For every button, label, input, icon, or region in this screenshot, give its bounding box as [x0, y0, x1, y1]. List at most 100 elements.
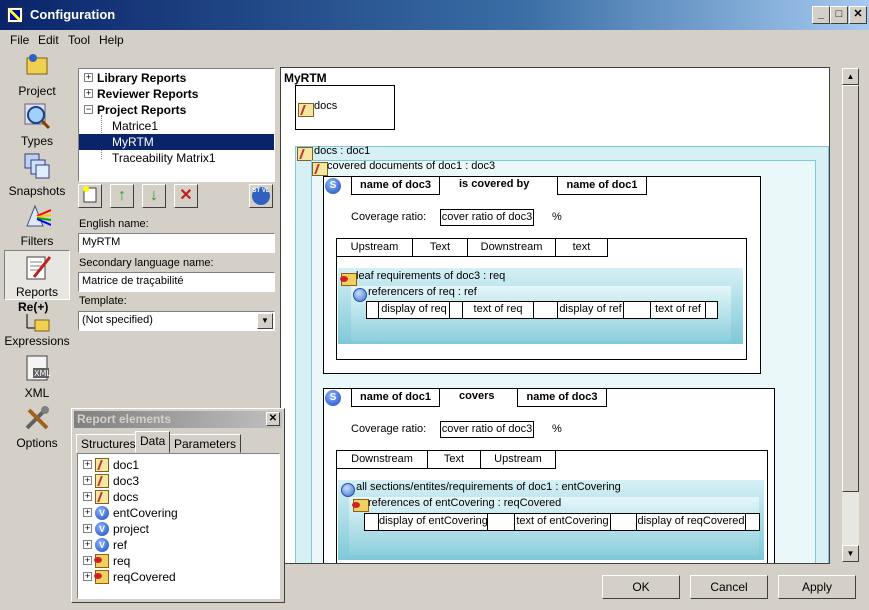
arrow-down-icon: ↓	[150, 187, 158, 204]
stvl-button[interactable]: ST VL	[249, 184, 273, 208]
loop-leaf-req-label: leaf requirements of doc3 : req	[356, 270, 506, 282]
tree-item-traceability-matrix1[interactable]: Traceability Matrix1	[112, 151, 216, 165]
col-text[interactable]: Text	[412, 238, 468, 257]
snapshots-icon	[24, 153, 50, 179]
move-down-button[interactable]: ↓	[142, 184, 166, 208]
header-is-covered-by: is covered by	[459, 178, 530, 190]
tree-library-reports[interactable]: Library Reports	[97, 71, 186, 85]
expand-icon[interactable]: +	[83, 540, 92, 549]
expand-icon[interactable]: +	[83, 476, 92, 485]
header-covers: covers	[459, 390, 495, 402]
loop-referencers-label: referencers of req : ref	[368, 286, 477, 298]
new-report-button[interactable]	[78, 184, 102, 208]
col-upstream[interactable]: Upstream	[336, 238, 413, 257]
delete-button[interactable]: ✕	[174, 184, 198, 208]
report-elements-panel: Report elements ✕ Structures Data Parame…	[71, 408, 285, 603]
requirement-icon	[94, 570, 109, 584]
english-name-input[interactable]: MyRTM	[78, 233, 275, 253]
project-icon	[26, 54, 48, 75]
sidebar-item-expressions[interactable]: Re(+) Expressions	[4, 300, 70, 350]
close-button[interactable]: ✕	[849, 6, 867, 24]
docs-loop-icon	[297, 147, 313, 161]
col2-upstream[interactable]: Upstream	[480, 450, 556, 469]
cell-text-of-req[interactable]: text of req	[462, 301, 534, 319]
template-label: Template:	[79, 295, 127, 307]
loop-all-sections-label: all sections/entites/requirements of doc…	[356, 481, 621, 493]
variable-icon: V	[95, 538, 109, 552]
expand-icon[interactable]: +	[83, 572, 92, 581]
collapse-icon[interactable]: −	[84, 105, 93, 114]
header-name-of-doc1[interactable]: name of doc1	[557, 176, 647, 195]
chevron-down-icon[interactable]: ▼	[257, 313, 273, 329]
cell-display-of-req[interactable]: display of req	[378, 301, 450, 319]
app-icon	[7, 7, 23, 23]
header2-name-of-doc3[interactable]: name of doc3	[517, 388, 607, 407]
cell-text-of-entcovering[interactable]: text of entCovering	[514, 513, 611, 531]
vertical-scrollbar[interactable]: ▲ ▼	[842, 68, 859, 562]
ref-var-icon	[353, 288, 367, 302]
col2-downstream[interactable]: Downstream	[336, 450, 428, 469]
menu-tool[interactable]: Tool	[68, 33, 90, 47]
doc-icon	[95, 458, 109, 472]
tree-item-matrice1[interactable]: Matrice1	[112, 119, 158, 133]
menu-help[interactable]: Help	[99, 33, 124, 47]
sidebar-item-project[interactable]: Project	[4, 50, 70, 100]
docs-box[interactable]: docs	[295, 85, 395, 130]
cell-display-of-entcovering[interactable]: display of entCovering	[378, 513, 488, 531]
panel-close-icon[interactable]: ✕	[266, 412, 280, 426]
header2-name-of-doc1[interactable]: name of doc1	[351, 388, 440, 407]
loop-covered-docs-label: covered documents of doc1 : doc3	[327, 160, 496, 172]
sidebar-item-xml[interactable]: XML XML	[4, 352, 70, 402]
maximize-button[interactable]: □	[830, 6, 848, 24]
window-title: Configuration	[30, 7, 116, 22]
regex-label: Re(+)	[18, 300, 49, 314]
expand-icon[interactable]: +	[84, 73, 93, 82]
tree-item-myrtm[interactable]: MyRTM	[112, 135, 154, 149]
sidebar-item-types[interactable]: Types	[4, 100, 70, 150]
tab-structures[interactable]: Structures	[76, 434, 141, 453]
tab-parameters[interactable]: Parameters	[169, 434, 242, 453]
sidebar-item-filters[interactable]: Filters	[4, 200, 70, 250]
col-text-2[interactable]: text	[555, 238, 608, 257]
expand-icon[interactable]: +	[83, 460, 92, 469]
sidebar-item-snapshots[interactable]: Snapshots	[4, 150, 70, 200]
regex-icon	[26, 314, 50, 332]
coverage-ratio-field[interactable]: cover ratio of doc3	[440, 209, 534, 226]
ok-button[interactable]: OK	[602, 575, 680, 599]
col2-text[interactable]: Text	[427, 450, 481, 469]
sidebar: Project Types Snapshots Filters Reports …	[4, 50, 70, 460]
cancel-button[interactable]: Cancel	[690, 575, 768, 599]
cell-display-of-reqcovered[interactable]: display of reqCovered	[636, 513, 746, 531]
menu-edit[interactable]: Edit	[38, 33, 59, 47]
tree-project-reports[interactable]: Project Reports	[97, 103, 186, 117]
scroll-thumb[interactable]	[842, 85, 859, 492]
expand-icon[interactable]: +	[83, 508, 92, 517]
sidebar-item-reports[interactable]: Reports	[4, 250, 70, 300]
expand-icon[interactable]: +	[83, 524, 92, 533]
scroll-down-icon[interactable]: ▼	[842, 545, 859, 562]
tab-data[interactable]: Data	[135, 431, 171, 453]
percent-sign: %	[552, 211, 562, 223]
report-tree: + Library Reports + Reviewer Reports − P…	[78, 68, 275, 182]
menu-file[interactable]: File	[10, 33, 29, 47]
doc-icon	[95, 474, 109, 488]
cell-display-of-ref[interactable]: display of ref	[557, 301, 624, 319]
expand-icon[interactable]: +	[83, 492, 92, 501]
coverage-ratio-field-2[interactable]: cover ratio of doc3	[440, 421, 534, 438]
report-design-canvas[interactable]: MyRTM docs docs : doc1 covered documents…	[280, 67, 830, 564]
variable-icon: V	[95, 506, 109, 520]
menu-bar: File Edit Tool Help	[0, 30, 869, 48]
expand-icon[interactable]: +	[84, 89, 93, 98]
apply-button[interactable]: Apply	[778, 575, 856, 599]
tree-reviewer-reports[interactable]: Reviewer Reports	[97, 87, 198, 101]
template-select[interactable]: (Not specified) ▼	[78, 311, 275, 331]
sidebar-item-options[interactable]: Options	[4, 402, 70, 452]
scroll-up-icon[interactable]: ▲	[842, 68, 859, 85]
minimize-button[interactable]: _	[812, 6, 830, 24]
move-up-button[interactable]: ↑	[110, 184, 134, 208]
secondary-name-input[interactable]: Matrice de traçabilité	[78, 272, 275, 292]
cell-text-of-ref[interactable]: text of ref	[650, 301, 706, 319]
col-downstream[interactable]: Downstream	[467, 238, 556, 257]
expand-icon[interactable]: +	[83, 556, 92, 565]
header-name-of-doc3[interactable]: name of doc3	[351, 176, 440, 195]
